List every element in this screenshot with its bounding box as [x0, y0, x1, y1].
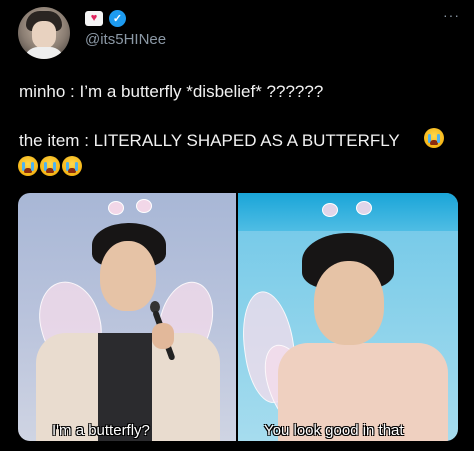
background-banner	[238, 193, 458, 231]
hand	[152, 323, 174, 349]
tweet-text-line-2: the item : LITERALLY SHAPED AS A BUTTERF…	[19, 131, 400, 150]
name-badges: ♥ ✓	[85, 10, 126, 27]
emoji-row	[18, 156, 82, 176]
antenna-icon	[356, 201, 372, 215]
user-handle[interactable]: @its5HINee	[85, 31, 166, 48]
antenna-icon	[108, 201, 124, 215]
antenna-icon	[136, 199, 152, 213]
photo-caption: I'm a butterfly?	[52, 422, 150, 439]
loudly-crying-face-icon	[62, 156, 82, 176]
loudly-crying-face-icon	[18, 156, 38, 176]
face	[100, 241, 156, 311]
more-options-icon[interactable]: ···	[443, 7, 460, 23]
face	[314, 261, 384, 345]
verified-badge-icon: ✓	[109, 10, 126, 27]
avatar[interactable]	[18, 7, 70, 59]
photo-1[interactable]: I'm a butterfly?	[18, 193, 236, 441]
tweet-text-line-1: minho : I’m a butterfly *disbelief* ????…	[19, 82, 324, 101]
heart-badge-icon: ♥	[85, 11, 103, 26]
media-grid: I'm a butterfly? You look good in that	[18, 193, 458, 441]
loudly-crying-face-icon	[40, 156, 60, 176]
antenna-icon	[322, 203, 338, 217]
photo-2[interactable]: You look good in that	[238, 193, 458, 441]
avatar-body	[24, 47, 64, 59]
avatar-face	[32, 21, 56, 49]
photo-caption: You look good in that	[264, 422, 404, 439]
loudly-crying-face-icon	[424, 128, 444, 148]
